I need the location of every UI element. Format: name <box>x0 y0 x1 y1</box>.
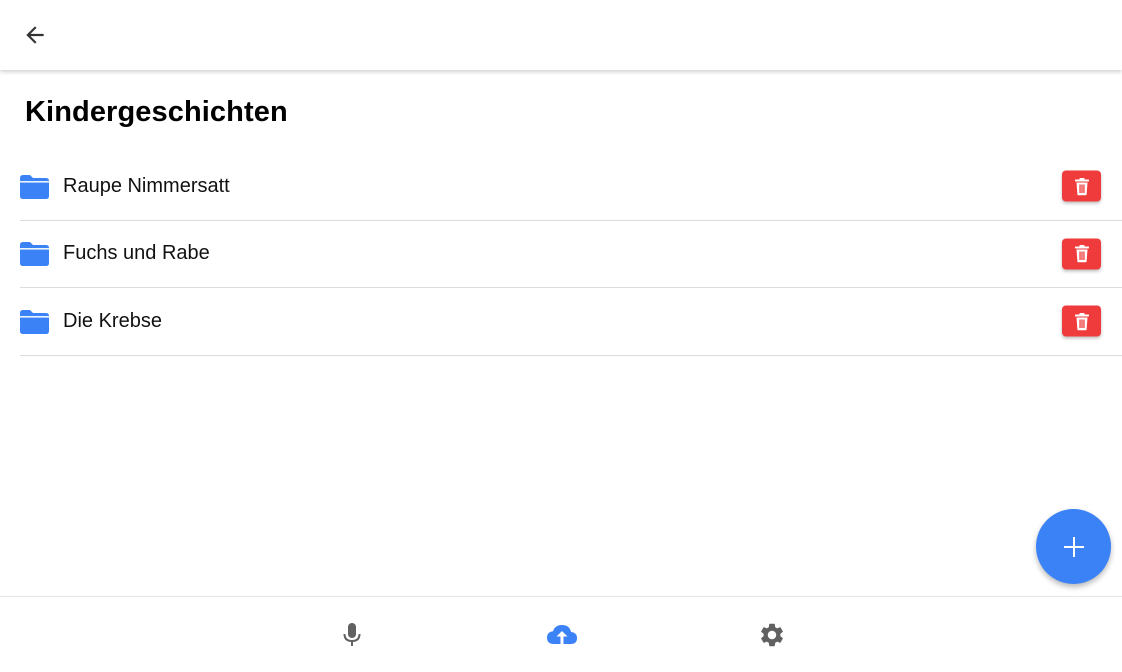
trash-icon <box>1074 245 1089 263</box>
cloud-upload-icon <box>547 625 577 644</box>
delete-button[interactable] <box>1062 170 1101 202</box>
folder-list: Raupe Nimmersatt Fuchs und Rabe Die Kreb… <box>20 153 1122 356</box>
add-folder-button[interactable] <box>1036 509 1111 584</box>
gear-icon <box>761 623 783 647</box>
app-root: Kindergeschichten Raupe Nimmersatt Fuchs… <box>0 0 1122 672</box>
folder-icon <box>20 309 49 334</box>
back-button[interactable] <box>18 19 52 51</box>
delete-button[interactable] <box>1062 238 1101 270</box>
folder-icon <box>20 174 49 199</box>
arrow-left-icon <box>26 26 44 44</box>
folder-label: Fuchs und Rabe <box>63 242 210 265</box>
folder-label: Raupe Nimmersatt <box>63 174 230 197</box>
microphone-icon <box>343 623 361 646</box>
nav-record-button[interactable] <box>332 617 372 653</box>
top-app-bar <box>0 0 1122 70</box>
list-item[interactable]: Raupe Nimmersatt <box>20 153 1122 221</box>
page-title: Kindergeschichten <box>25 96 288 128</box>
nav-settings-button[interactable] <box>752 617 792 653</box>
folder-icon <box>20 241 49 267</box>
list-item[interactable]: Fuchs und Rabe <box>20 221 1122 288</box>
bottom-navigation <box>0 596 1122 672</box>
folder-label: Die Krebse <box>63 309 162 332</box>
list-item[interactable]: Die Krebse <box>20 288 1122 356</box>
trash-icon <box>1074 312 1089 331</box>
plus-icon <box>1063 536 1084 557</box>
trash-icon <box>1074 177 1089 196</box>
delete-button[interactable] <box>1062 305 1101 337</box>
nav-upload-button[interactable] <box>542 617 582 653</box>
